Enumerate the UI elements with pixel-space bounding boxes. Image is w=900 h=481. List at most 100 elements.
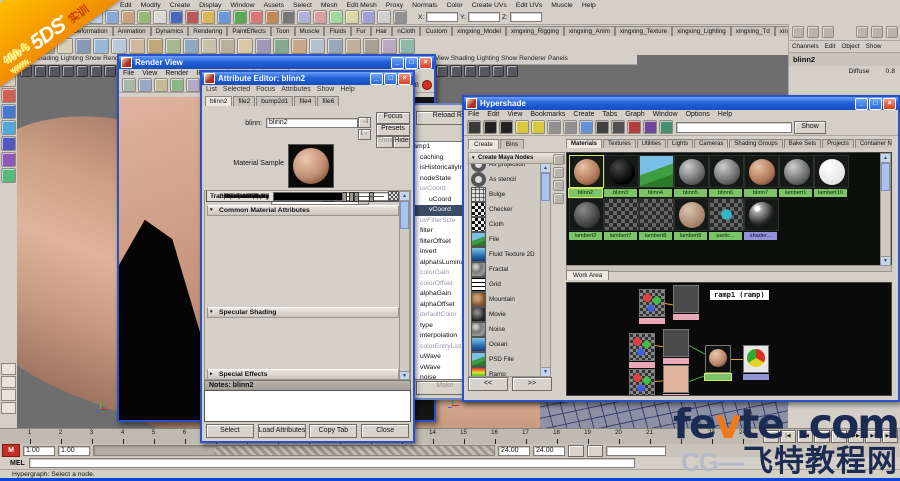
material-swatch[interactable]: blinn4 [639, 155, 674, 198]
menu-item[interactable]: Tabs [602, 111, 617, 118]
render-tool-icon[interactable] [186, 78, 200, 92]
panel-splitter[interactable] [566, 265, 892, 272]
show-manip-tool-icon[interactable] [1, 168, 16, 183]
hypershade-tool-icon[interactable] [627, 120, 641, 134]
auto-key-button[interactable] [568, 445, 584, 457]
close-icon[interactable]: × [398, 73, 411, 85]
frame-tick[interactable]: 20 [603, 429, 634, 445]
construction-history-icon[interactable] [297, 10, 311, 24]
scroll-down-icon[interactable]: ▼ [400, 371, 409, 380]
presets-button[interactable]: Presets [376, 124, 410, 136]
shelf-tab[interactable]: xingxing_Texture [615, 26, 672, 36]
close-icon[interactable]: × [883, 98, 896, 110]
node-tab[interactable]: bump2d1 [256, 96, 293, 106]
lock-selection-icon[interactable] [153, 10, 167, 24]
panel-toggle-icon[interactable] [553, 167, 564, 178]
shelf-item-icon[interactable] [399, 38, 415, 54]
node-tab[interactable]: file2 [233, 96, 255, 106]
frame-tick[interactable]: 17 [510, 429, 541, 445]
select-by-object-icon[interactable] [121, 10, 135, 24]
shelf-item-icon[interactable] [201, 38, 217, 54]
frame-tick[interactable]: 16 [479, 429, 510, 445]
frame-tick[interactable]: 2 [45, 429, 76, 445]
menu-item[interactable]: Modify [141, 2, 161, 9]
menu-item[interactable]: Selected [223, 86, 250, 93]
panel-tool-icon[interactable] [90, 65, 102, 77]
category-tab[interactable]: Projects [822, 139, 854, 148]
layout-four-pane-button[interactable] [1, 376, 16, 388]
menu-item[interactable]: Normals [412, 2, 437, 9]
material-sample-swatch[interactable] [288, 144, 334, 188]
hypershade-tool-icon[interactable] [483, 120, 497, 134]
select-by-component-icon[interactable] [137, 10, 151, 24]
category-tab[interactable]: Materials [566, 139, 602, 148]
hypershade-tool-icon[interactable] [547, 120, 561, 134]
panel-tool-icon[interactable] [464, 65, 476, 77]
menu-item[interactable]: Mesh [321, 2, 338, 9]
shelf-item-icon[interactable] [165, 38, 181, 54]
node-name-input[interactable]: blinn2 [266, 118, 358, 128]
create-node-item[interactable]: Checker [469, 202, 549, 217]
create-panel-tab[interactable]: Bins [500, 139, 524, 149]
z-input[interactable] [510, 12, 542, 22]
create-node-item[interactable]: Fractal [469, 262, 549, 277]
create-node-item[interactable]: Ocean [469, 337, 549, 352]
shading-node[interactable] [743, 345, 769, 380]
menu-item[interactable]: Window [230, 2, 254, 9]
render-tool-icon[interactable] [138, 78, 152, 92]
shelf-tab[interactable]: xingxing_Rigging [506, 26, 564, 36]
scroll-down-icon[interactable]: ▼ [541, 367, 550, 376]
menu-item[interactable]: File [468, 111, 479, 118]
filter-input[interactable] [676, 122, 792, 133]
create-node-item[interactable]: Grid [469, 277, 549, 292]
shelf-tab[interactable]: Muscle [295, 26, 325, 36]
work-area-canvas[interactable]: ramp1 (ramp) [566, 282, 892, 396]
x-input[interactable] [426, 12, 458, 22]
panel-tool-icon[interactable] [478, 65, 490, 77]
menu-item[interactable]: Create [573, 111, 594, 118]
menu-item[interactable]: Help [582, 2, 596, 9]
soft-mod-tool-icon[interactable] [1, 152, 16, 167]
material-swatch[interactable]: shader... [744, 198, 779, 241]
slider-thumb[interactable] [349, 192, 354, 202]
hypershade-tool-icon[interactable] [563, 120, 577, 134]
shading-node[interactable] [663, 329, 689, 364]
mel-input[interactable] [29, 458, 635, 468]
frame-tick[interactable]: 14 [417, 429, 448, 445]
channelbox-menu-item[interactable]: Edit [825, 43, 836, 50]
shelf-tab[interactable]: Toon [271, 26, 295, 36]
menu-item[interactable]: List [206, 86, 217, 93]
hypershade-titlebar[interactable]: Hypershade _ □ × [464, 97, 898, 110]
menu-item[interactable]: File [123, 70, 134, 77]
shelf-item-icon[interactable] [111, 38, 127, 54]
menu-item[interactable]: Graph [625, 111, 644, 118]
hypershade-tool-icon[interactable] [531, 120, 545, 134]
scroll-up-icon[interactable]: ▲ [881, 154, 890, 163]
frame-tick[interactable]: 18 [541, 429, 572, 445]
shelf-tab[interactable]: Dynamics [151, 26, 189, 36]
menu-item[interactable]: Select [293, 2, 312, 9]
shelf-tab[interactable]: Hair [371, 26, 393, 36]
range-slider[interactable] [93, 445, 495, 456]
footer-button[interactable]: Load Attributes [258, 424, 306, 438]
frame-tick[interactable]: 4 [107, 429, 138, 445]
playback-start-input[interactable]: 1.00 [58, 446, 90, 456]
frame-tick[interactable]: 5 [138, 429, 169, 445]
create-node-item[interactable]: As stencil [469, 172, 549, 187]
minimize-icon[interactable]: _ [855, 98, 868, 110]
category-tab[interactable]: Cameras [694, 139, 728, 148]
menu-item[interactable]: Render [165, 70, 188, 77]
render-view-titlebar[interactable]: Render View _ □ × [119, 56, 434, 69]
minimize-icon[interactable]: _ [391, 57, 404, 69]
menu-item[interactable]: Color [446, 2, 462, 9]
material-swatch[interactable]: blinn2 [569, 155, 604, 198]
hypershade-tool-icon[interactable] [595, 120, 609, 134]
panel-tool-icon[interactable] [62, 65, 74, 77]
create-node-item[interactable]: Movie [469, 307, 549, 322]
frame-tick[interactable]: 19 [572, 429, 603, 445]
create-node-item[interactable]: PSD File [469, 352, 549, 367]
shading-node[interactable] [705, 345, 731, 380]
menu-item[interactable]: Help [340, 86, 354, 93]
y-input[interactable] [468, 12, 500, 22]
scroll-down-icon[interactable]: ▼ [881, 256, 890, 265]
